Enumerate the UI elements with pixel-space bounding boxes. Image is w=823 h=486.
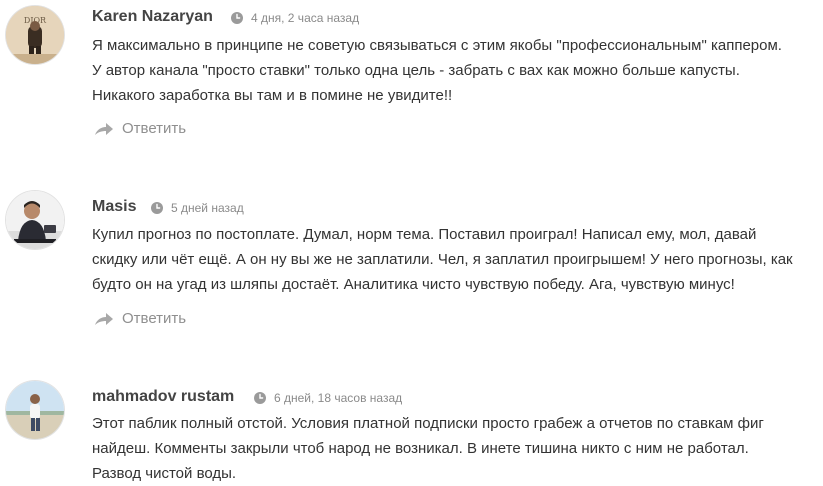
comment-text-line: будто он на угад из шляпы достаёт. Анали… xyxy=(92,276,735,293)
reply-label: Ответить xyxy=(122,120,187,137)
clock-icon xyxy=(231,12,243,24)
reply-button[interactable]: Ответить xyxy=(94,310,186,327)
comment-time: 5 дней назад xyxy=(171,201,244,215)
clock-icon xyxy=(151,202,163,214)
comment-author[interactable]: Masis xyxy=(92,198,136,216)
reply-arrow-icon xyxy=(95,312,113,325)
reply-button[interactable]: Ответить xyxy=(94,120,186,137)
comment-text-line: Купил прогноз по постоплате. Думал, норм… xyxy=(92,226,757,243)
avatar[interactable] xyxy=(6,381,64,439)
comment-text-line: Этот паблик полный отстой. Условия платн… xyxy=(92,415,764,432)
comment-meta: 5 дней назад xyxy=(151,201,244,215)
comment-text: Купил прогноз по постоплате. Думал, норм… xyxy=(92,222,820,297)
reply-label: Ответить xyxy=(122,310,187,327)
avatar[interactable]: DIOR xyxy=(6,6,64,64)
comment-meta: 4 дня, 2 часа назад xyxy=(231,11,359,25)
avatar[interactable] xyxy=(6,191,64,249)
avatar-photo-icon xyxy=(6,381,64,439)
comment-author[interactable]: Karen Nazaryan xyxy=(92,8,213,26)
comment-time: 4 дня, 2 часа назад xyxy=(251,11,360,25)
comment-text: Я максимально в принципе не советую связ… xyxy=(92,33,820,108)
clock-icon xyxy=(254,392,266,404)
comment-author[interactable]: mahmadov rustam xyxy=(92,388,234,406)
comment-text-line: У автор канала "просто ставки" только од… xyxy=(92,62,740,79)
comment-meta: 6 дней, 18 часов назад xyxy=(254,391,402,405)
comment-time: 6 дней, 18 часов назад xyxy=(274,391,403,405)
comment-text-line: Развод чистой воды. xyxy=(92,465,237,482)
comment-text: Этот паблик полный отстой. Условия платн… xyxy=(92,411,820,486)
comment-text-line: найдеш. Комменты закрыли чтоб народ не в… xyxy=(92,440,749,457)
comment-text-line: Я максимально в принципе не советую связ… xyxy=(92,37,782,54)
comment-text-line: Никакого заработка вы там и в помине не … xyxy=(92,87,453,104)
reply-arrow-icon xyxy=(95,122,113,135)
comment-text-line: скидку или чёт ещё. А он ну вы же не зап… xyxy=(92,251,793,268)
avatar-photo-icon xyxy=(6,191,64,249)
avatar-photo-icon: DIOR xyxy=(6,6,64,64)
